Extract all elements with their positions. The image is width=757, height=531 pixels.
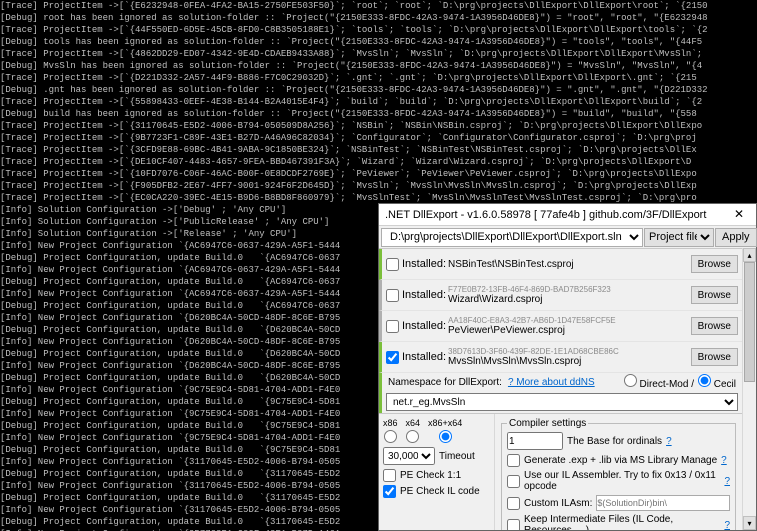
- namespace-row: Namespace for DllExport: ? More about dd…: [379, 373, 742, 391]
- compiler-settings: Compiler settings The Base for ordinals …: [495, 414, 742, 530]
- project-name: Wizard\Wizard.csproj: [448, 294, 687, 305]
- ddns-help-link[interactable]: ? More about ddNS: [508, 377, 595, 388]
- pe11-check[interactable]: PE Check 1:1: [383, 469, 490, 482]
- project-files-select[interactable]: Project files: [644, 228, 714, 247]
- namespace-input-row: net.r_eg.MvsSln: [379, 391, 742, 413]
- installed-check[interactable]: Installed:: [386, 351, 444, 364]
- compiler-legend: Compiler settings: [507, 418, 588, 429]
- help-link[interactable]: ?: [724, 476, 730, 487]
- arch-label: x86+x64: [428, 418, 462, 428]
- x86x64-radio[interactable]: [439, 430, 452, 443]
- lower-panel: x86 x64 x86+x64 30,000 Timeout PE Check …: [379, 413, 742, 530]
- installed-check[interactable]: Installed:: [386, 289, 444, 302]
- browse-button[interactable]: Browse: [691, 317, 738, 335]
- apply-button[interactable]: Apply: [715, 228, 757, 247]
- direct-mod-radio[interactable]: Direct-Mod /: [624, 374, 694, 390]
- custom-ilasm-label: Custom ILAsm:: [524, 498, 592, 509]
- installed-check[interactable]: Installed:: [386, 320, 444, 333]
- x86-radio[interactable]: [384, 430, 397, 443]
- project-name: MvsSln\MvsSln\MvsSln.csproj: [448, 356, 687, 367]
- namespace-select[interactable]: net.r_eg.MvsSln: [386, 393, 738, 411]
- peil-check[interactable]: PE Check IL code: [383, 485, 490, 498]
- project-guid: 38D7613D-3F60-439F-82DE-1E1AD68CBE86C: [448, 347, 687, 356]
- project-list: Installed: NSBinTest\NSBinTest.csproj Br…: [379, 248, 742, 530]
- help-link[interactable]: ?: [666, 436, 672, 447]
- custom-ilasm-row: Custom ILAsm:: [507, 495, 730, 511]
- project-row: Installed: 38D7613D-3F60-439F-82DE-1E1AD…: [379, 342, 742, 373]
- timeout-select[interactable]: 30,000: [383, 447, 435, 465]
- cecil-radio[interactable]: Cecil: [698, 374, 736, 390]
- scroll-down-icon[interactable]: ▾: [743, 516, 756, 530]
- path-bar: D:\prg\projects\DllExport\DllExport\DllE…: [379, 226, 756, 248]
- x64-radio[interactable]: [406, 430, 419, 443]
- browse-button[interactable]: Browse: [691, 286, 738, 304]
- titlebar[interactable]: .NET DllExport - v1.6.0.58978 [ 77afe4b …: [379, 204, 756, 226]
- project-name: NSBinTest\NSBinTest.csproj: [448, 259, 687, 270]
- arch-label: x64: [406, 418, 421, 428]
- sln-path-select[interactable]: D:\prg\projects\DllExport\DllExport\DllE…: [381, 228, 643, 247]
- arch-label: x86: [383, 418, 398, 428]
- project-row: Installed: F77E0B72-13FB-46F4-869D-BAD7B…: [379, 280, 742, 311]
- browse-button[interactable]: Browse: [691, 348, 738, 366]
- browse-button[interactable]: Browse: [691, 255, 738, 273]
- window-title: .NET DllExport - v1.6.0.58978 [ 77afe4b …: [385, 209, 706, 221]
- project-row: Installed: AA18F40C-E8A3-42B7-AB6D-1D47E…: [379, 311, 742, 342]
- project-row: Installed: NSBinTest\NSBinTest.csproj Br…: [379, 249, 742, 280]
- scroll-up-icon[interactable]: ▴: [743, 248, 756, 262]
- project-name: PeViewer\PeViewer.csproj: [448, 325, 687, 336]
- gen-exp-check[interactable]: Generate .exp + .lib via MS Library Mana…: [507, 454, 730, 467]
- arch-radios: x86 x64 x86+x64: [383, 418, 490, 443]
- timeout-label: Timeout: [439, 451, 475, 462]
- dllexport-dialog: .NET DllExport - v1.6.0.58978 [ 77afe4b …: [378, 203, 757, 531]
- il-asm-check[interactable]: Use our IL Assembler. Try to fix 0x13 / …: [507, 470, 730, 492]
- project-guid: F77E0B72-13FB-46F4-869D-BAD7B256F323: [448, 285, 687, 294]
- scrollbar[interactable]: ▴ ▾: [742, 248, 756, 530]
- scroll-thumb[interactable]: [744, 262, 755, 382]
- installed-check[interactable]: Installed:: [386, 258, 444, 271]
- custom-ilasm-check[interactable]: [507, 497, 520, 510]
- ordinals-input[interactable]: [507, 432, 563, 450]
- help-link[interactable]: ?: [721, 455, 727, 466]
- close-button[interactable]: ✕: [724, 205, 754, 225]
- namespace-label: Namespace for DllExport:: [388, 377, 502, 388]
- custom-ilasm-input[interactable]: [596, 495, 730, 511]
- left-options: x86 x64 x86+x64 30,000 Timeout PE Check …: [379, 414, 495, 530]
- project-guid: AA18F40C-E8A3-42B7-AB6D-1D47E58FCF5E: [448, 316, 687, 325]
- help-link[interactable]: ?: [724, 520, 730, 531]
- ordinals-label: The Base for ordinals: [567, 436, 662, 447]
- keep-il-check[interactable]: Keep Intermediate Files (IL Code, Resour…: [507, 514, 730, 530]
